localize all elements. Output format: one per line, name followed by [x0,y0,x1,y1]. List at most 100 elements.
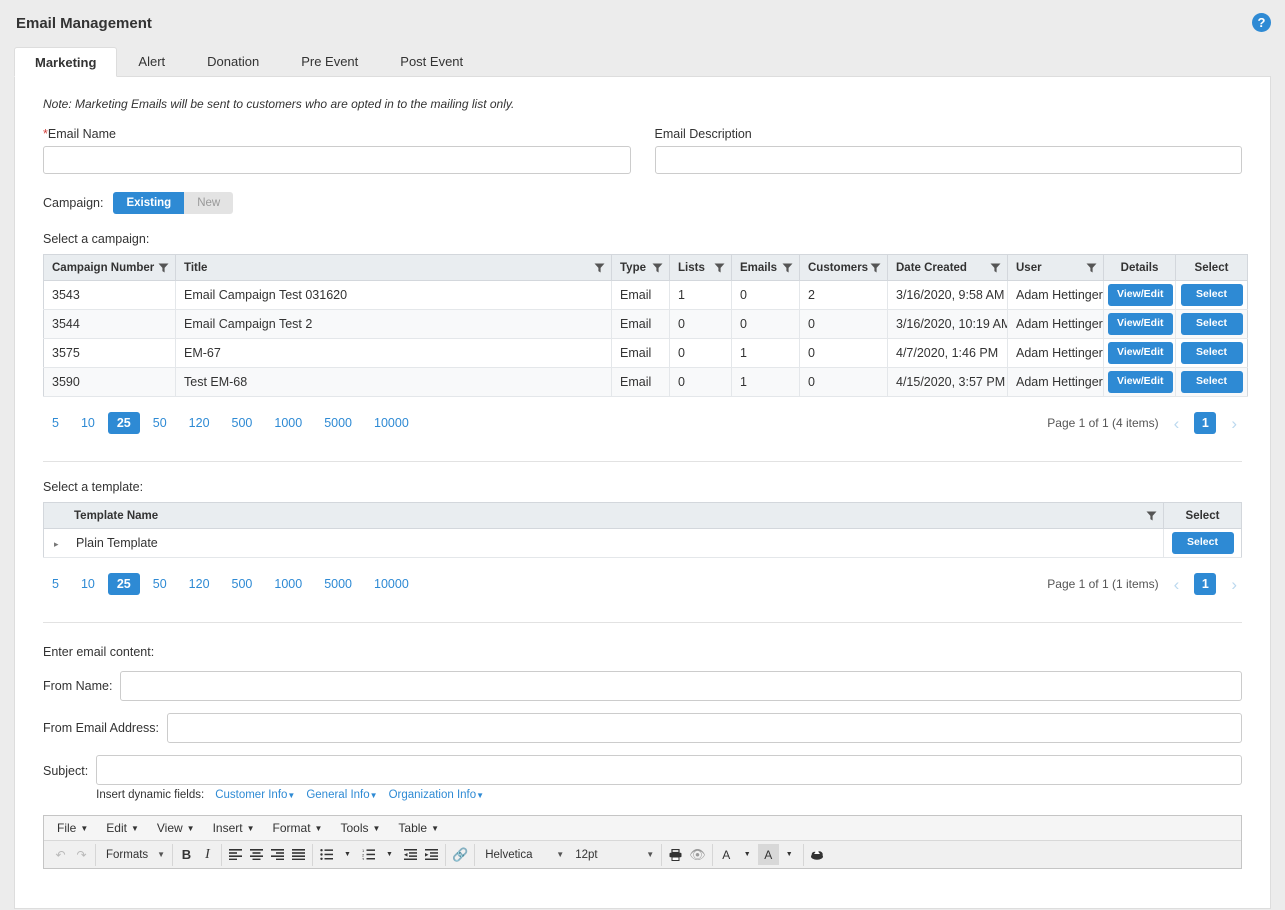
table-row[interactable]: 3543 Email Campaign Test 031620 Email 1 … [44,281,1248,310]
dynamic-field-customer-info[interactable]: Customer Info▼ [215,789,295,801]
dynamic-field-general-info[interactable]: General Info▼ [306,789,377,801]
page-size-50[interactable]: 50 [144,573,176,595]
tab-alert[interactable]: Alert [117,46,186,76]
page-size-50[interactable]: 50 [144,412,176,434]
bold-button[interactable]: B [176,844,197,865]
menu-tools[interactable]: Tools▼ [331,819,389,837]
campaign-new-button[interactable]: New [184,192,233,214]
page-size-10000[interactable]: 10000 [365,573,418,595]
italic-button[interactable]: I [197,844,218,865]
tab-marketing[interactable]: Marketing [14,47,117,77]
align-right-icon[interactable] [267,844,288,865]
page-size-10[interactable]: 10 [72,573,104,595]
page-size-1000[interactable]: 1000 [265,573,311,595]
background-color-button[interactable]: A [758,844,779,865]
font-family-dropdown[interactable]: Helvetica▼ [478,844,568,865]
page-size-5[interactable]: 5 [43,573,68,595]
filter-icon-user[interactable] [1086,262,1097,273]
view-edit-button[interactable]: View/Edit [1108,342,1173,363]
filter-icon-emails[interactable] [782,262,793,273]
chevron-left-icon[interactable]: ‹ [1169,576,1185,593]
tab-donation[interactable]: Donation [186,46,280,76]
align-center-icon[interactable] [246,844,267,865]
subject-input[interactable] [96,755,1242,785]
bullet-list-icon[interactable] [316,844,337,865]
filter-icon-date-created[interactable] [990,262,1001,273]
menu-insert[interactable]: Insert▼ [204,819,264,837]
bullet-list-dropdown-icon[interactable]: ▼ [337,844,358,865]
preview-eye-icon[interactable]: 👁 [686,844,709,865]
menu-table[interactable]: Table▼ [389,819,448,837]
filter-icon-customers[interactable] [870,262,881,273]
dynamic-field-organization-info[interactable]: Organization Info▼ [389,789,485,801]
select-button[interactable]: Select [1172,532,1234,553]
col-date-created[interactable]: Date Created [888,255,1008,281]
page-size-5000[interactable]: 5000 [315,412,361,434]
table-row[interactable]: 3590 Test EM-68 Email 0 1 0 4/15/2020, 3… [44,368,1248,397]
menu-format[interactable]: Format▼ [264,819,332,837]
page-size-5[interactable]: 5 [43,412,68,434]
menu-edit[interactable]: Edit▼ [97,819,148,837]
formats-dropdown[interactable]: Formats▼ [99,844,169,865]
table-row[interactable]: 3575 EM-67 Email 0 1 0 4/7/2020, 1:46 PM… [44,339,1248,368]
background-color-dropdown-icon[interactable]: ▼ [779,844,800,865]
filter-icon-lists[interactable] [714,262,725,273]
table-row[interactable]: 3544 Email Campaign Test 2 Email 0 0 0 3… [44,310,1248,339]
chevron-right-icon[interactable]: ▸ [54,539,68,550]
text-color-dropdown-icon[interactable]: ▼ [737,844,758,865]
numbered-list-dropdown-icon[interactable]: ▼ [379,844,400,865]
col-campaign-number[interactable]: Campaign Number [44,255,176,281]
help-icon[interactable]: ? [1252,13,1271,32]
outdent-icon[interactable] [400,844,421,865]
chevron-left-icon[interactable]: ‹ [1169,415,1185,432]
col-lists[interactable]: Lists [670,255,732,281]
view-edit-button[interactable]: View/Edit [1108,284,1173,305]
col-customers[interactable]: Customers [800,255,888,281]
undo-icon[interactable]: ↶ [50,844,71,865]
text-color-button[interactable]: A [716,844,737,865]
table-row[interactable]: ▸Plain Template Select [44,529,1242,558]
from-email-input[interactable] [167,713,1242,743]
upload-cloud-icon[interactable] [807,844,828,865]
col-type[interactable]: Type [612,255,670,281]
col-template-name[interactable]: Template Name [44,503,1164,529]
chevron-right-icon[interactable]: › [1226,415,1242,432]
page-size-1000[interactable]: 1000 [265,412,311,434]
col-user[interactable]: User [1008,255,1104,281]
align-justify-icon[interactable] [288,844,309,865]
indent-icon[interactable] [421,844,442,865]
menu-file[interactable]: File▼ [48,819,97,837]
page-size-10[interactable]: 10 [72,412,104,434]
filter-icon-template-name[interactable] [1146,510,1157,521]
select-button[interactable]: Select [1181,284,1243,305]
page-size-10000[interactable]: 10000 [365,412,418,434]
page-size-25[interactable]: 25 [108,573,140,595]
page-size-120[interactable]: 120 [180,573,219,595]
campaign-page-1-button[interactable]: 1 [1194,412,1216,434]
link-icon[interactable]: 🔗 [449,844,471,865]
print-icon[interactable] [665,844,686,865]
col-emails[interactable]: Emails [732,255,800,281]
filter-icon-type[interactable] [652,262,663,273]
view-edit-button[interactable]: View/Edit [1108,371,1173,392]
page-size-500[interactable]: 500 [223,412,262,434]
email-description-input[interactable] [655,146,1243,174]
align-left-icon[interactable] [225,844,246,865]
page-size-5000[interactable]: 5000 [315,573,361,595]
select-button[interactable]: Select [1181,371,1243,392]
campaign-existing-button[interactable]: Existing [113,192,184,214]
from-name-input[interactable] [120,671,1242,701]
page-size-120[interactable]: 120 [180,412,219,434]
filter-icon-title[interactable] [594,262,605,273]
filter-icon-campaign-number[interactable] [158,262,169,273]
font-size-dropdown[interactable]: 12pt▼ [568,844,658,865]
tab-pre-event[interactable]: Pre Event [280,46,379,76]
tab-post-event[interactable]: Post Event [379,46,484,76]
select-button[interactable]: Select [1181,313,1243,334]
menu-view[interactable]: View▼ [148,819,204,837]
redo-icon[interactable]: ↷ [71,844,92,865]
template-page-1-button[interactable]: 1 [1194,573,1216,595]
select-button[interactable]: Select [1181,342,1243,363]
page-size-25[interactable]: 25 [108,412,140,434]
page-size-500[interactable]: 500 [223,573,262,595]
